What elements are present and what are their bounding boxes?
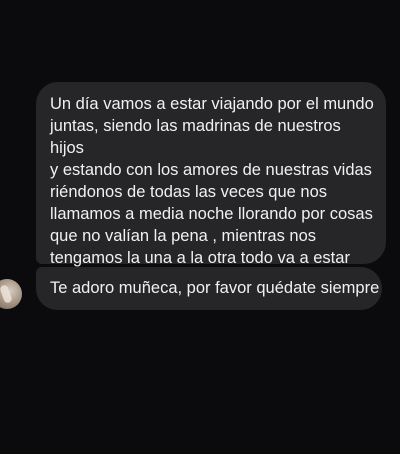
sender-avatar[interactable] bbox=[0, 279, 22, 309]
message-text: Te adoro muñeca, por favor quédate siemp… bbox=[50, 279, 380, 297]
message-bubble[interactable]: Te adoro muñeca, por favor quédate siemp… bbox=[36, 267, 382, 310]
message-text: Un día vamos a estar viajando por el mun… bbox=[50, 95, 374, 289]
message-bubble[interactable]: Un día vamos a estar viajando por el mun… bbox=[36, 82, 386, 289]
chat-thread: Un día vamos a estar viajando por el mun… bbox=[0, 0, 400, 454]
